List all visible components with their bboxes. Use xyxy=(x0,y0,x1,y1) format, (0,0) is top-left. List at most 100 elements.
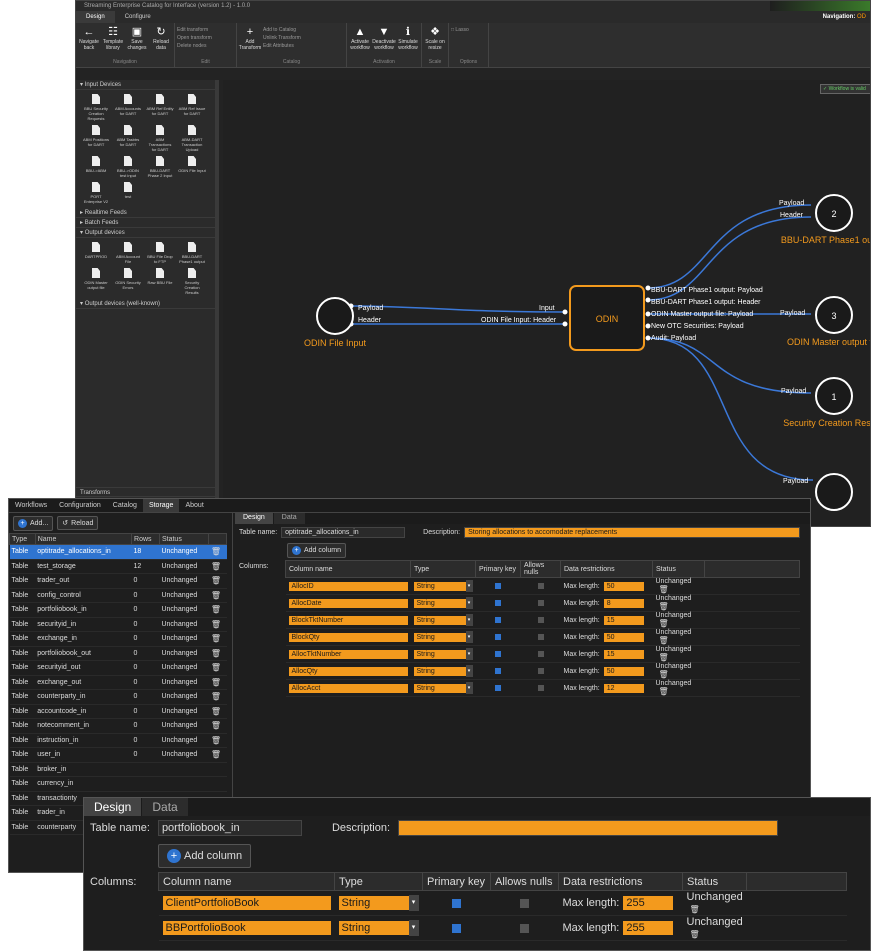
add-storage-button[interactable]: + Add... xyxy=(13,515,54,531)
column-name-input[interactable]: ClientPortfolioBook xyxy=(162,896,331,910)
trash-icon[interactable]: 🗑 xyxy=(211,620,221,629)
type-select[interactable]: String ▾ xyxy=(338,895,419,911)
trash-icon[interactable]: 🗑 xyxy=(211,678,221,687)
chevron-down-icon[interactable]: ▾ xyxy=(408,895,419,911)
output-devices-header[interactable]: ▾ Output devices xyxy=(76,228,215,238)
type-select[interactable]: String ▾ xyxy=(413,597,473,609)
batch-feeds-header[interactable]: ▸ Batch Feeds xyxy=(76,218,215,228)
table-row[interactable]: Table optitrade_allocations_in 18 Unchanged… xyxy=(9,544,227,560)
table-row[interactable]: Table portfoliobook_in 0 Unchanged 🗑 xyxy=(9,602,227,618)
navigate-back-button[interactable]: ← Navigate back xyxy=(78,25,100,59)
realtime-feeds-header[interactable]: ▸ Realtime Feeds xyxy=(76,208,215,218)
trash-icon[interactable]: 🗑 xyxy=(211,605,221,614)
edit-attributes-button[interactable]: Edit Attributes xyxy=(263,43,301,49)
tab-catalog[interactable]: Catalog xyxy=(107,499,143,512)
type-select[interactable]: String ▾ xyxy=(413,665,473,677)
max-length-input[interactable]: 15 xyxy=(603,615,644,625)
trash-icon[interactable]: 🗑 xyxy=(211,562,221,571)
column-name-input[interactable]: BBPortfolioBook xyxy=(162,921,331,935)
chevron-down-icon[interactable]: ▾ xyxy=(465,631,473,643)
table-row[interactable]: Table test_storage 12 Unchanged 🗑 xyxy=(9,559,227,574)
activate-workflow-button[interactable]: ▲ Activate workflow xyxy=(349,25,371,59)
primary-key-checkbox[interactable] xyxy=(495,667,501,674)
device-tile[interactable]: ODIN File Input xyxy=(178,156,206,178)
max-length-input[interactable]: 50 xyxy=(603,632,644,642)
add-transform-button[interactable]: + Add Transform xyxy=(239,25,262,59)
table-row[interactable]: Table exchange_out 0 Unchanged 🗑 xyxy=(9,675,227,690)
reload-data-button[interactable]: ↻ Reload data xyxy=(150,25,172,59)
allows-nulls-checkbox[interactable] xyxy=(520,898,529,908)
trash-icon[interactable]: 🗑 xyxy=(211,663,221,672)
simulate-workflow-button[interactable]: ℹ Simulate workflow xyxy=(397,25,419,59)
reload-button[interactable]: ↺ Reload xyxy=(57,516,99,530)
allows-nulls-checkbox[interactable] xyxy=(520,923,529,933)
trash-icon[interactable]: 🗑 xyxy=(211,750,221,759)
add-to-catalog-button[interactable]: Add to Catalog xyxy=(263,27,301,33)
trash-icon[interactable]: 🗑 xyxy=(211,692,221,701)
trash-icon[interactable]: 🗑 xyxy=(690,905,700,914)
device-tile[interactable]: ODIN Master output file xyxy=(82,268,110,295)
type-select[interactable]: String ▾ xyxy=(413,631,473,643)
zoom-description-input[interactable] xyxy=(398,820,779,836)
allows-nulls-checkbox[interactable] xyxy=(537,633,544,640)
device-tile[interactable]: BBU->ABM xyxy=(82,156,110,178)
table-row[interactable]: Table portfoliobook_out 0 Unchanged 🗑 xyxy=(9,646,227,661)
zoom-subtab-design[interactable]: Design xyxy=(84,798,142,816)
device-tile[interactable]: ABM Ref Entity for DART xyxy=(146,94,174,121)
type-select[interactable]: String ▾ xyxy=(413,682,473,694)
table-row[interactable]: Table config_control 0 Unchanged 🗑 xyxy=(9,588,227,603)
primary-key-checkbox[interactable] xyxy=(452,898,461,908)
workflow-canvas[interactable]: ✓ Workflow is valid Payload Header Input… xyxy=(223,80,870,526)
type-select[interactable]: String ▾ xyxy=(413,580,473,592)
max-length-input[interactable]: 50 xyxy=(603,581,644,591)
allows-nulls-checkbox[interactable] xyxy=(537,667,544,674)
table-row[interactable]: Table notecomment_in 0 Unchanged 🗑 xyxy=(9,718,227,734)
max-length-input[interactable]: 255 xyxy=(623,921,674,935)
chevron-down-icon[interactable]: ▾ xyxy=(465,648,473,660)
device-tile[interactable]: ABM Transactions for DART xyxy=(146,125,174,152)
device-tile[interactable]: ABM Positions for DART xyxy=(82,125,110,152)
trash-icon[interactable]: 🗑 xyxy=(211,634,221,643)
table-row[interactable]: Table securityid_out 0 Unchanged 🗑 xyxy=(9,660,227,676)
trash-icon[interactable]: 🗑 xyxy=(659,653,669,662)
zoom-add-column-button[interactable]: + Add column xyxy=(158,844,252,868)
table-row[interactable]: Table user_in 0 Unchanged 🗑 xyxy=(9,747,227,763)
table-row[interactable]: Table instruction_in 0 Unchanged 🗑 xyxy=(9,733,227,748)
allows-nulls-checkbox[interactable] xyxy=(537,582,544,589)
unlink-transform-button[interactable]: Unlink Transform xyxy=(263,35,301,41)
primary-key-checkbox[interactable] xyxy=(495,616,501,623)
device-tile[interactable]: ABM Ref Issue for DART xyxy=(178,94,206,121)
header-rows[interactable]: Rows xyxy=(131,533,160,545)
primary-key-checkbox[interactable] xyxy=(495,599,501,606)
table-row[interactable]: Table accountcode_in 0 Unchanged 🗑 xyxy=(9,704,227,719)
tab-about[interactable]: About xyxy=(179,499,209,512)
device-tile[interactable]: BBU->ODIN test input xyxy=(114,156,142,178)
trash-icon[interactable]: 🗑 xyxy=(211,547,221,556)
tab-workflows[interactable]: Workflows xyxy=(9,499,53,512)
type-select[interactable]: String ▾ xyxy=(338,920,419,936)
trash-icon[interactable]: 🗑 xyxy=(659,670,669,679)
subtab-design[interactable]: Design xyxy=(235,513,273,524)
trash-icon[interactable]: 🗑 xyxy=(659,602,669,611)
delete-nodes-button[interactable]: Delete nodes xyxy=(177,43,212,49)
zoom-table-name-input[interactable]: portfoliobook_in xyxy=(157,820,302,836)
wellknown-header[interactable]: ▾ Output devices (well-known) xyxy=(76,299,215,309)
trash-icon[interactable]: 🗑 xyxy=(211,591,221,600)
column-name-input[interactable]: AllocQty xyxy=(288,666,408,676)
table-name-input[interactable]: optitrade_allocations_in xyxy=(281,526,406,538)
allows-nulls-checkbox[interactable] xyxy=(537,616,544,623)
column-name-input[interactable]: AllocAcct xyxy=(288,683,408,693)
allows-nulls-checkbox[interactable] xyxy=(537,599,544,606)
column-name-input[interactable]: AllocID xyxy=(288,581,408,591)
device-tile[interactable]: ABM-DART Transaction Upload xyxy=(178,125,206,152)
tab-configuration[interactable]: Configuration xyxy=(53,499,107,512)
header-type[interactable]: Type xyxy=(9,533,36,545)
allows-nulls-checkbox[interactable] xyxy=(537,684,544,691)
primary-key-checkbox[interactable] xyxy=(495,633,501,640)
trash-icon[interactable]: 🗑 xyxy=(211,707,221,716)
primary-key-checkbox[interactable] xyxy=(495,684,501,691)
allows-nulls-checkbox[interactable] xyxy=(537,650,544,657)
deactivate-workflow-button[interactable]: ▼ Deactivate workflow xyxy=(372,25,396,59)
device-tile[interactable]: DARTPROD xyxy=(82,242,110,264)
trash-icon[interactable]: 🗑 xyxy=(211,576,221,585)
